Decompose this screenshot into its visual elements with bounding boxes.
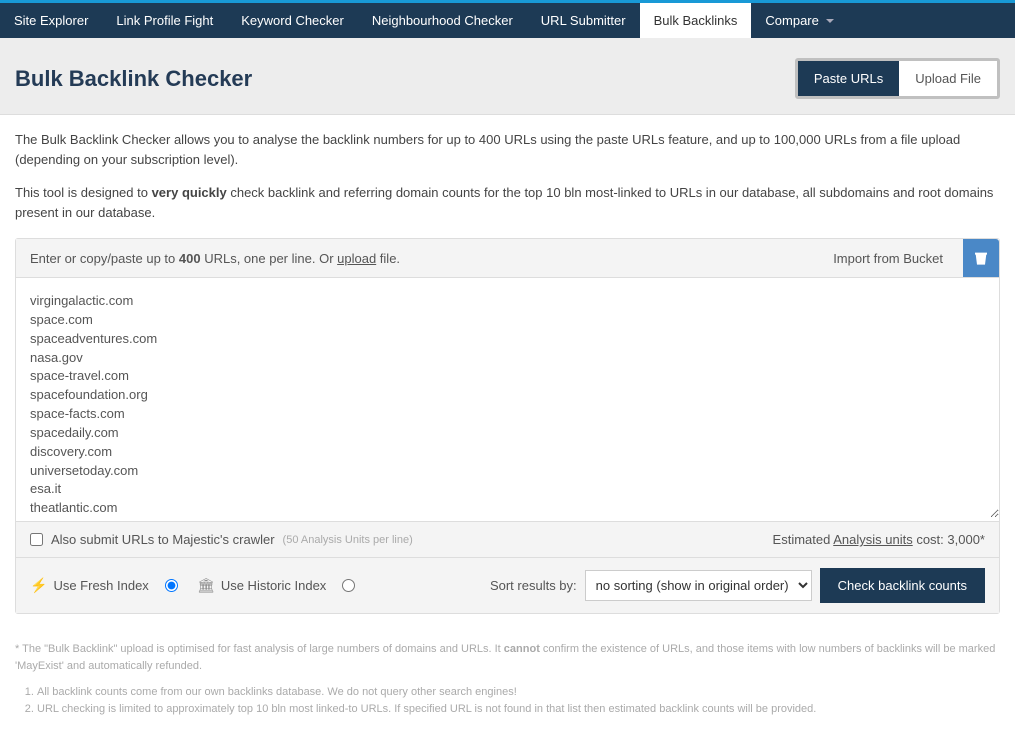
main-content: The Bulk Backlink Checker allows you to … (0, 115, 1015, 629)
panel-footer: ⚡ Use Fresh Index 🏛 Use Historic Index S… (16, 557, 999, 613)
import-label: Import from Bucket (833, 251, 943, 266)
fresh-index-label: Use Fresh Index (53, 578, 148, 593)
nav-keyword-checker[interactable]: Keyword Checker (227, 3, 358, 38)
upload-link[interactable]: upload (337, 251, 376, 266)
check-backlink-button[interactable]: Check backlink counts (820, 568, 985, 603)
url-textarea[interactable] (16, 278, 999, 518)
footer-list: All backlink counts come from our own ba… (15, 684, 1000, 717)
import-section: Import from Bucket (833, 249, 985, 267)
index-options: ⚡ Use Fresh Index 🏛 Use Historic Index (30, 577, 355, 594)
mode-toggle: Paste URLs Upload File (795, 58, 1000, 99)
nav-url-submitter[interactable]: URL Submitter (527, 3, 640, 38)
historic-icon: 🏛 (197, 577, 215, 594)
crawler-checkbox[interactable] (30, 533, 43, 546)
nav-compare[interactable]: Compare (751, 3, 847, 38)
analysis-units-link[interactable]: Analysis units (833, 532, 912, 547)
upload-file-button[interactable]: Upload File (899, 61, 997, 96)
crawler-subtext: (50 Analysis Units per line) (283, 534, 413, 546)
intro-paragraph-1: The Bulk Backlink Checker allows you to … (15, 130, 1000, 169)
nav-link-profile-fight[interactable]: Link Profile Fight (102, 3, 227, 38)
panel-header: Enter or copy/paste up to 400 URLs, one … (16, 239, 999, 278)
bucket-icon (973, 250, 989, 266)
footer-list-item-1: All backlink counts come from our own ba… (37, 684, 1000, 701)
page-title: Bulk Backlink Checker (15, 66, 252, 92)
chevron-down-icon (826, 19, 834, 23)
lightning-icon: ⚡ (30, 577, 47, 594)
top-navigation: Site Explorer Link Profile Fight Keyword… (0, 0, 1015, 38)
historic-index-radio[interactable] (342, 579, 355, 592)
intro-paragraph-2: This tool is designed to very quickly ch… (15, 183, 1000, 222)
nav-bulk-backlinks[interactable]: Bulk Backlinks (640, 3, 752, 38)
paste-urls-button[interactable]: Paste URLs (798, 61, 899, 96)
crawler-label: Also submit URLs to Majestic's crawler (51, 532, 275, 547)
nav-neighbourhood-checker[interactable]: Neighbourhood Checker (358, 3, 527, 38)
estimated-cost: Estimated Analysis units cost: 3,000* (773, 532, 985, 547)
panel-instructions: Enter or copy/paste up to 400 URLs, one … (30, 251, 400, 266)
fresh-index-radio[interactable] (165, 579, 178, 592)
historic-index-label: Use Historic Index (221, 578, 326, 593)
crawler-check-group: Also submit URLs to Majestic's crawler (… (30, 532, 413, 547)
crawler-row: Also submit URLs to Majestic's crawler (… (16, 521, 999, 557)
sort-label: Sort results by: (490, 578, 577, 593)
sort-select[interactable]: no sorting (show in original order) (585, 570, 812, 601)
footer-disclaimer: * The "Bulk Backlink" upload is optimise… (15, 641, 1000, 674)
sort-section: Sort results by: no sorting (show in ori… (490, 568, 985, 603)
input-panel: Enter or copy/paste up to 400 URLs, one … (15, 238, 1000, 614)
footer-list-item-2: URL checking is limited to approximately… (37, 701, 1000, 718)
footer-notes: * The "Bulk Backlink" upload is optimise… (0, 629, 1015, 729)
import-bucket-button[interactable] (963, 239, 999, 277)
page-header: Bulk Backlink Checker Paste URLs Upload … (0, 38, 1015, 115)
nav-site-explorer[interactable]: Site Explorer (0, 3, 102, 38)
